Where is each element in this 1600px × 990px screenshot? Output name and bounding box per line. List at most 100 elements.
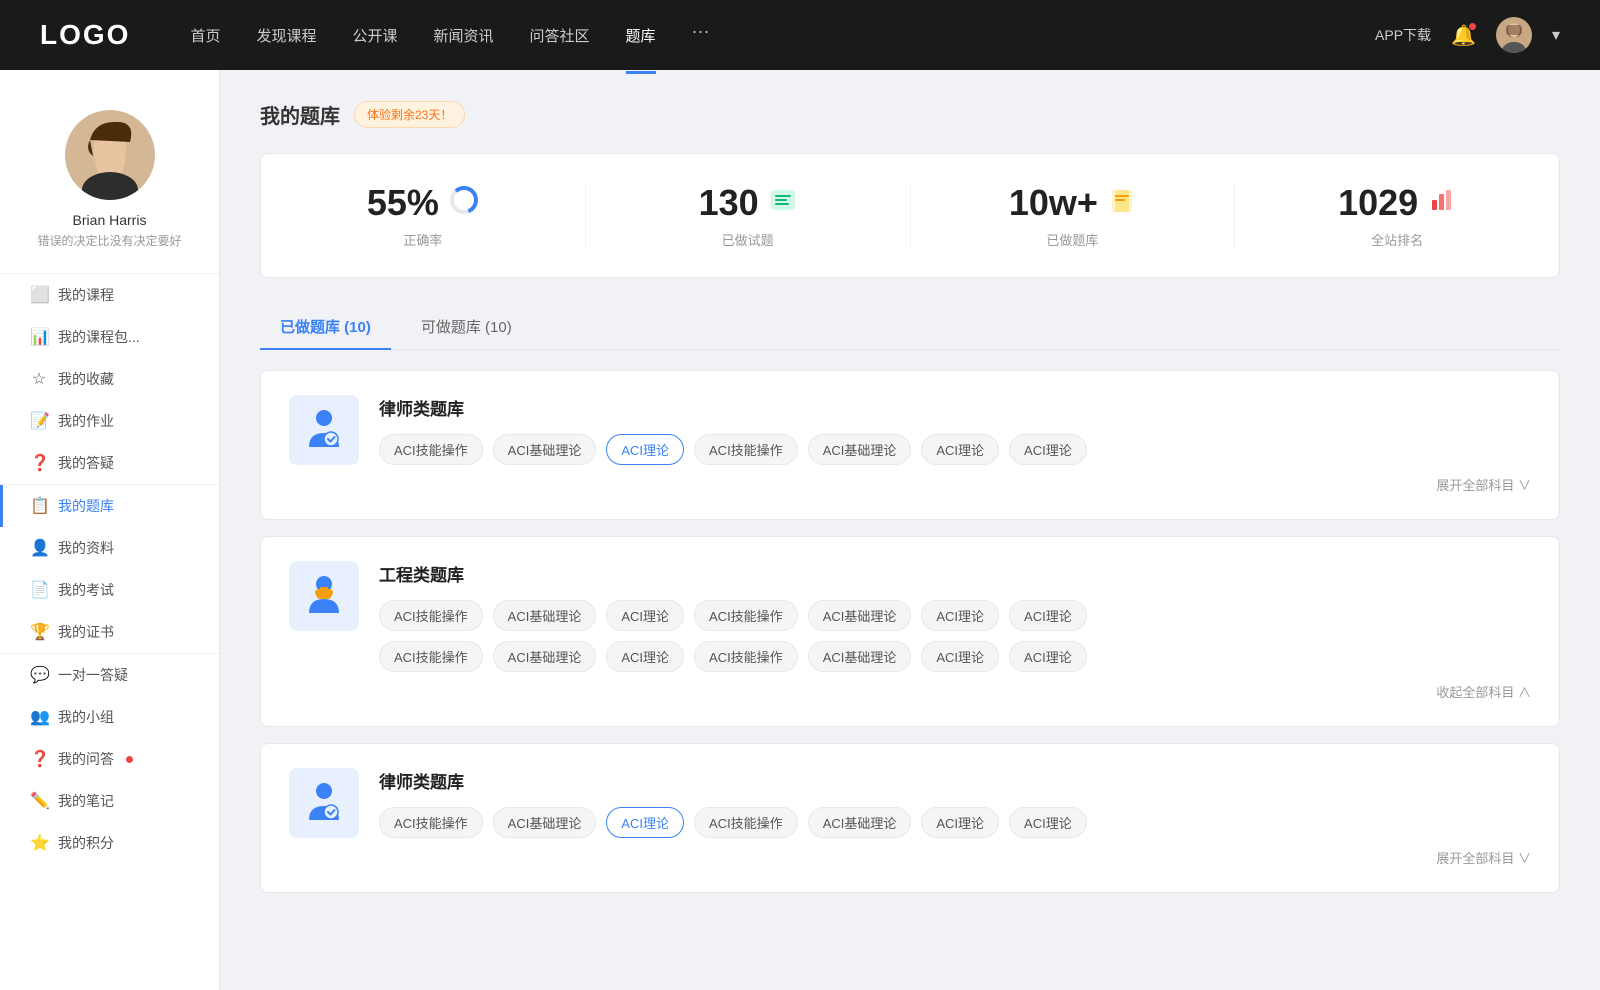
homework-icon: 📝 — [30, 411, 48, 431]
nav-news[interactable]: 新闻资讯 — [434, 21, 494, 50]
tag-2-6[interactable]: ACI理论 — [921, 600, 999, 631]
sidebar-item-notes[interactable]: ✏️ 我的笔记 — [0, 780, 219, 822]
qbank-card-3-icon-wrap — [289, 768, 359, 838]
stat-ranking-icon — [1428, 186, 1456, 221]
tab-done-banks[interactable]: 已做题库 (10) — [260, 306, 391, 349]
qbank-card-3-tags: ACI技能操作 ACI基础理论 ACI理论 ACI技能操作 ACI基础理论 AC… — [379, 807, 1531, 838]
sidebar-item-my-courses[interactable]: ⬜ 我的课程 — [0, 274, 219, 316]
qbank-card-2-body: 工程类题库 ACI技能操作 ACI基础理论 ACI理论 ACI技能操作 ACI基… — [379, 561, 1531, 702]
tag-1-1[interactable]: ACI技能操作 — [379, 434, 483, 465]
sidebar-item-exams[interactable]: 📄 我的考试 — [0, 569, 219, 611]
sidebar-item-points[interactable]: ⭐ 我的积分 — [0, 822, 219, 864]
stat-done-banks-icon — [1108, 186, 1136, 221]
tag-1-5[interactable]: ACI基础理论 — [808, 434, 912, 465]
user-menu-chevron[interactable]: ▾ — [1552, 25, 1560, 45]
page-header: 我的题库 体验剩余23天！ — [260, 100, 1560, 129]
sidebar-item-points-label: 我的积分 — [58, 833, 114, 853]
stat-done-questions: 130 已做试题 — [586, 182, 911, 249]
nav-qa[interactable]: 问答社区 — [530, 21, 590, 50]
tag-3-4[interactable]: ACI技能操作 — [694, 807, 798, 838]
sidebar-item-certificates[interactable]: 🏆 我的证书 — [0, 611, 219, 653]
tag-2-2[interactable]: ACI基础理论 — [493, 600, 597, 631]
stat-accuracy-value: 55% — [367, 182, 439, 224]
qbank-card-3-expand[interactable]: 展开全部科目 ∨ — [1436, 851, 1531, 866]
profile-avatar[interactable] — [65, 110, 155, 200]
tag-3-1[interactable]: ACI技能操作 — [379, 807, 483, 838]
exams-icon: 📄 — [30, 580, 48, 600]
app-download-button[interactable]: APP下载 — [1375, 25, 1431, 45]
qbank-card-2-header: 工程类题库 ACI技能操作 ACI基础理论 ACI理论 ACI技能操作 ACI基… — [289, 561, 1531, 702]
stats-row: 55% 正确率 130 — [260, 153, 1560, 278]
qbank-card-2-tags-row2: ACI技能操作 ACI基础理论 ACI理论 ACI技能操作 ACI基础理论 AC… — [379, 641, 1531, 672]
sidebar-item-course-packages[interactable]: 📊 我的课程包... — [0, 316, 219, 358]
tag-3-3[interactable]: ACI理论 — [606, 807, 684, 838]
avatar-icon — [1496, 17, 1532, 53]
tag-2-5[interactable]: ACI基础理论 — [808, 600, 912, 631]
qbank-card-1-expand[interactable]: 展开全部科目 ∨ — [1436, 478, 1531, 493]
tag-2-4[interactable]: ACI技能操作 — [694, 600, 798, 631]
tag-1-2[interactable]: ACI基础理论 — [493, 434, 597, 465]
donut-chart-icon — [449, 185, 479, 215]
page-title: 我的题库 — [260, 100, 340, 129]
tag-3-5[interactable]: ACI基础理论 — [808, 807, 912, 838]
tag-1-4[interactable]: ACI技能操作 — [694, 434, 798, 465]
tag-1-7[interactable]: ACI理论 — [1009, 434, 1087, 465]
sidebar: Brian Harris 错误的决定比没有决定要好 ⬜ 我的课程 📊 我的课程包… — [0, 70, 220, 990]
tag-3-7[interactable]: ACI理论 — [1009, 807, 1087, 838]
sidebar-item-qa[interactable]: ❓ 我的答疑 — [0, 442, 219, 484]
notification-bell[interactable]: 🔔 — [1451, 23, 1476, 48]
stat-accuracy: 55% 正确率 — [261, 182, 586, 249]
sidebar-item-homework-label: 我的作业 — [58, 411, 114, 431]
sidebar-item-questions[interactable]: ❓ 我的问答 — [0, 738, 219, 780]
tag-2-11[interactable]: ACI技能操作 — [694, 641, 798, 672]
qbank-card-2: 工程类题库 ACI技能操作 ACI基础理论 ACI理论 ACI技能操作 ACI基… — [260, 536, 1560, 727]
stat-done-questions-value: 130 — [699, 182, 759, 224]
stat-done-questions-top: 130 — [699, 182, 797, 224]
sidebar-item-qbank[interactable]: 📋 我的题库 — [0, 485, 219, 527]
stat-done-banks-top: 10w+ — [1009, 182, 1136, 224]
sidebar-item-profile[interactable]: 👤 我的资料 — [0, 527, 219, 569]
lawyer-icon-3 — [301, 780, 347, 826]
qbank-card-2-title: 工程类题库 — [379, 561, 1531, 586]
courses-icon: ⬜ — [30, 285, 48, 305]
stat-accuracy-icon — [449, 185, 479, 222]
tag-2-9[interactable]: ACI基础理论 — [493, 641, 597, 672]
tag-2-14[interactable]: ACI理论 — [1009, 641, 1087, 672]
nav-home[interactable]: 首页 — [190, 21, 220, 50]
nav-qbank[interactable]: 题库 — [626, 21, 656, 50]
nav-discover[interactable]: 发现课程 — [256, 21, 316, 50]
tag-2-12[interactable]: ACI基础理论 — [808, 641, 912, 672]
tag-2-3[interactable]: ACI理论 — [606, 600, 684, 631]
sidebar-item-courses-label: 我的课程 — [58, 285, 114, 305]
sidebar-item-1on1[interactable]: 💬 一对一答疑 — [0, 654, 219, 696]
sidebar-item-groups-label: 我的小组 — [58, 707, 114, 727]
nav-open-course[interactable]: 公开课 — [352, 21, 397, 50]
groups-icon: 👥 — [30, 707, 48, 727]
qbank-tabs: 已做题库 (10) 可做题库 (10) — [260, 306, 1560, 350]
user-avatar[interactable] — [1496, 17, 1532, 53]
tag-2-1[interactable]: ACI技能操作 — [379, 600, 483, 631]
sidebar-item-questions-label: 我的问答 — [58, 749, 114, 769]
tab-available-banks[interactable]: 可做题库 (10) — [401, 306, 532, 349]
list-chart-icon — [769, 186, 797, 214]
notes-icon: ✏️ — [30, 791, 48, 811]
tag-2-8[interactable]: ACI技能操作 — [379, 641, 483, 672]
stat-ranking-label: 全站排名 — [1371, 230, 1423, 249]
trial-badge: 体验剩余23天！ — [354, 101, 465, 128]
tag-1-6[interactable]: ACI理论 — [921, 434, 999, 465]
tag-3-6[interactable]: ACI理论 — [921, 807, 999, 838]
qbank-card-2-collapse[interactable]: 收起全部科目 ∧ — [1436, 685, 1531, 700]
tag-2-13[interactable]: ACI理论 — [921, 641, 999, 672]
nav-more[interactable]: ··· — [692, 21, 710, 50]
tag-1-3[interactable]: ACI理论 — [606, 434, 684, 465]
engineer-icon — [301, 573, 347, 619]
sidebar-item-homework[interactable]: 📝 我的作业 — [0, 400, 219, 442]
qa-icon: ❓ — [30, 453, 48, 473]
sidebar-item-favorites[interactable]: ☆ 我的收藏 — [0, 358, 219, 400]
qbank-card-1-title: 律师类题库 — [379, 395, 1531, 420]
tag-2-7[interactable]: ACI理论 — [1009, 600, 1087, 631]
tag-3-2[interactable]: ACI基础理论 — [493, 807, 597, 838]
tag-2-10[interactable]: ACI理论 — [606, 641, 684, 672]
sidebar-item-groups[interactable]: 👥 我的小组 — [0, 696, 219, 738]
qbank-card-1-tags: ACI技能操作 ACI基础理论 ACI理论 ACI技能操作 ACI基础理论 AC… — [379, 434, 1531, 465]
